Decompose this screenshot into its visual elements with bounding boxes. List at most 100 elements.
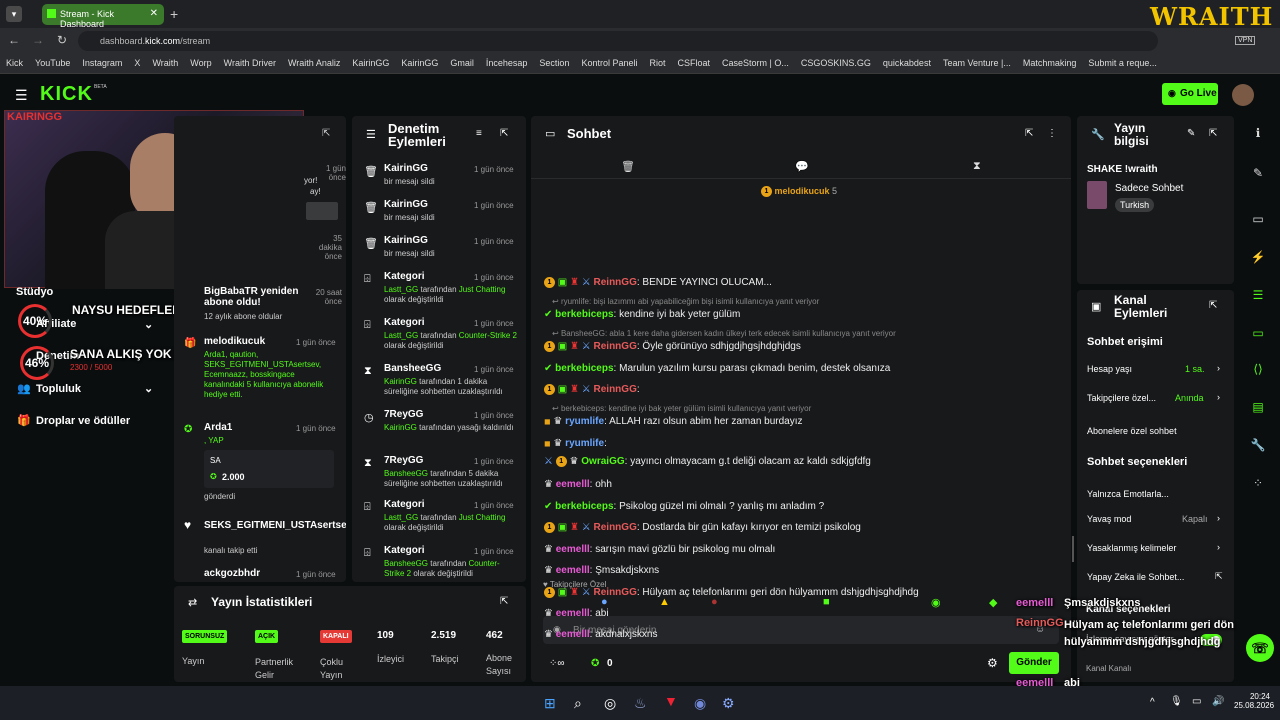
windows-start-icon[interactable]: ⊞ [544,695,556,712]
go-live-button[interactable]: ◉ Go Live [1162,83,1218,105]
chat-username[interactable]: berkebiceps [555,363,613,374]
reload-icon[interactable]: ↻ [57,33,67,47]
sidebar-item-studio[interactable]: Stüdyo [16,286,53,298]
forward-icon[interactable]: → [32,33,44,47]
browser-menu-icon[interactable]: ▾ [6,6,22,22]
chat-username[interactable]: ReinnGG [594,277,637,288]
bookmark-item[interactable]: Team Venture |... [937,54,1017,73]
obs-icon[interactable]: ◎ [604,695,616,712]
chat-reply-context[interactable]: ↩ ryumlife: bişi lazımmı abi yapabiliceğ… [552,297,819,306]
bookmark-item[interactable]: CSFloat [672,54,717,73]
bookmark-item[interactable]: KairinGG [395,54,444,73]
popout-icon[interactable]: ⇱ [500,128,508,139]
bookmark-item[interactable]: YouTube [29,54,76,73]
banned-words-row[interactable]: Yasaklanmış kelimeler › [1087,542,1227,553]
activity-user[interactable]: ackgozbhdr [204,568,260,579]
infinity-icon[interactable]: ⁘∞ [549,658,565,669]
pinned-gifter[interactable]: 1 melodikucuk 5 [761,186,837,198]
server-icon[interactable]: ▤ [1250,400,1266,416]
volume-icon[interactable]: 🔊 [1212,696,1224,707]
card-icon[interactable]: ▭ [1250,212,1266,228]
chat-message[interactable]: ◼ ♛ ryumlife: ALLAH razı olsun abim her … [544,416,803,427]
sidebar-item-community[interactable]: 👥 Topluluk ⌄ [16,382,153,395]
filter-icon[interactable]: ≡ [476,128,482,139]
mod-actor[interactable]: Lastt_GG [384,331,418,340]
chat-message[interactable]: ♛ eemelll: abi [544,608,609,619]
clock[interactable]: 20:24 25.08.2026 [1234,692,1274,710]
chat-scrollbar[interactable] [1072,536,1074,562]
chat-message[interactable]: 1 ▣ ♜ ⚔ ReinnGG: Dostlarda bir gün kafay… [544,522,861,533]
mod-item-title[interactable]: 7ReyGG [384,455,423,466]
chat-username[interactable]: berkebiceps [555,501,613,512]
chat-message[interactable]: ◼ ♛ ryumlife: [544,438,607,449]
hourglass-icon[interactable]: ⧗ [973,160,981,173]
bookmark-item[interactable]: İncehesap [480,54,534,73]
search-icon[interactable]: ⌕ [574,695,582,712]
discord-icon[interactable]: ◉ [694,695,706,712]
chat-username[interactable]: OwraiGG [581,456,624,467]
close-tab-icon[interactable]: ✕ [150,8,158,19]
chat-message[interactable]: 1 ▣ ♜ ⚔ ReinnGG: Hülyam aç telefonlarımı… [544,587,919,598]
mod-item-title[interactable]: KairinGG [384,199,428,210]
chat-username[interactable]: ReinnGG [594,341,637,352]
popout-icon[interactable]: ⇱ [500,596,508,607]
popout-icon[interactable]: ⇱ [1025,128,1033,139]
bookmark-item[interactable]: Kontrol Paneli [575,54,643,73]
settings-icon[interactable]: ⚙ [987,656,998,670]
chat-username[interactable]: ReinnGG [594,522,637,533]
activity-user[interactable]: melodikucuk [204,336,265,347]
pencil-icon[interactable]: ✎ [1250,166,1266,182]
mod-item-title[interactable]: BansheeGG [384,363,441,374]
bookmark-item[interactable]: CSGOSKINS.GG [795,54,877,73]
bookmark-item[interactable]: Section [533,54,575,73]
mod-actor[interactable]: KairinGG [384,377,417,386]
kick-logo[interactable]: KICK [40,83,93,106]
app-icon[interactable]: ⚙ [722,695,735,712]
chat-username[interactable]: ReinnGG [594,587,637,598]
chat-reply-context[interactable]: ↩ BansheeGG: abla 1 kere daha gidersen k… [552,329,896,338]
chat-reply-context[interactable]: ↩ berkebiceps: kendine iyi bak yeter gül… [552,404,811,413]
emote-only-row[interactable]: Yalnızca Emotlarla... [1087,485,1227,499]
chat-message[interactable]: ⚔ 1 ♛ OwraiGG: yayıncı olmayacam g.t del… [544,456,871,467]
mod-item-title[interactable]: Kategori [384,271,425,282]
bookmark-item[interactable]: Matchmaking [1017,54,1083,73]
steam-icon[interactable]: ♨ [634,695,647,712]
chat-username[interactable]: berkebiceps [555,309,613,320]
code-icon[interactable]: ⟨⟩ [1250,362,1266,378]
slow-mode-row[interactable]: Yavaş mod Kapalı › [1087,513,1227,524]
mod-actor[interactable]: Lastt_GG [384,513,418,522]
activity-button[interactable] [306,202,338,220]
emote-icon[interactable]: ◆ [989,596,997,609]
chat-message[interactable]: ♛ eemelll: sarışın mavi gözlü bir psikol… [544,544,775,555]
network-icon[interactable]: ▭ [1192,696,1201,707]
mod-actor[interactable]: BansheeGG [384,469,428,478]
chat-message[interactable]: ♛ eemelll: akdnalxjskxns [544,629,658,640]
chat-username[interactable]: eemelll [556,479,590,490]
more-icon[interactable]: ⋮ [1047,128,1057,139]
chat-username[interactable]: ryumlife [565,438,604,449]
mod-actor[interactable]: KairinGG [384,423,417,432]
activity-user[interactable]: Arda1 [204,422,232,433]
bookmark-item[interactable]: Worp [184,54,217,73]
sidebar-item-drops[interactable]: 🎁 Droplar ve ödüller [16,414,130,427]
mod-item-title[interactable]: Kategori [384,317,425,328]
mod-item-title[interactable]: Kategori [384,499,425,510]
chat-username[interactable]: eemelll [556,629,590,640]
trash-icon[interactable]: 🗑 [621,160,635,173]
chat-message[interactable]: 1 ▣ ♜ ⚔ ReinnGG: BENDE YAYINCI OLUCAM... [544,277,772,288]
account-age-row[interactable]: Hesap yaşı 1 sa. › [1087,363,1227,374]
bookmark-item[interactable]: KairinGG [346,54,395,73]
bookmark-item[interactable]: quickabdest [877,54,937,73]
mod-actor[interactable]: Lastt_GG [384,285,418,294]
chat-message[interactable]: ✔ berkebiceps: kendine iyi bak yeter gül… [544,309,740,320]
browser-tab[interactable]: Stream - Kick Dashboard ✕ [42,4,164,29]
bookmark-item[interactable]: X [128,54,146,73]
bookmark-item[interactable]: Riot [644,54,672,73]
bookmark-item[interactable]: Wraith Analiz [282,54,346,73]
bookmark-item[interactable]: Kick [0,54,29,73]
url-field[interactable]: dashboard.kick.com/stream [78,31,1158,51]
chat-message[interactable]: ✔ berkebiceps: Marulun yazılım kursu par… [544,363,890,374]
chat-username[interactable]: eemelll [556,544,590,555]
bookmark-item[interactable]: Instagram [76,54,128,73]
chat-message[interactable]: ♛ eemelll: Şmsakdjskxns [544,565,659,576]
